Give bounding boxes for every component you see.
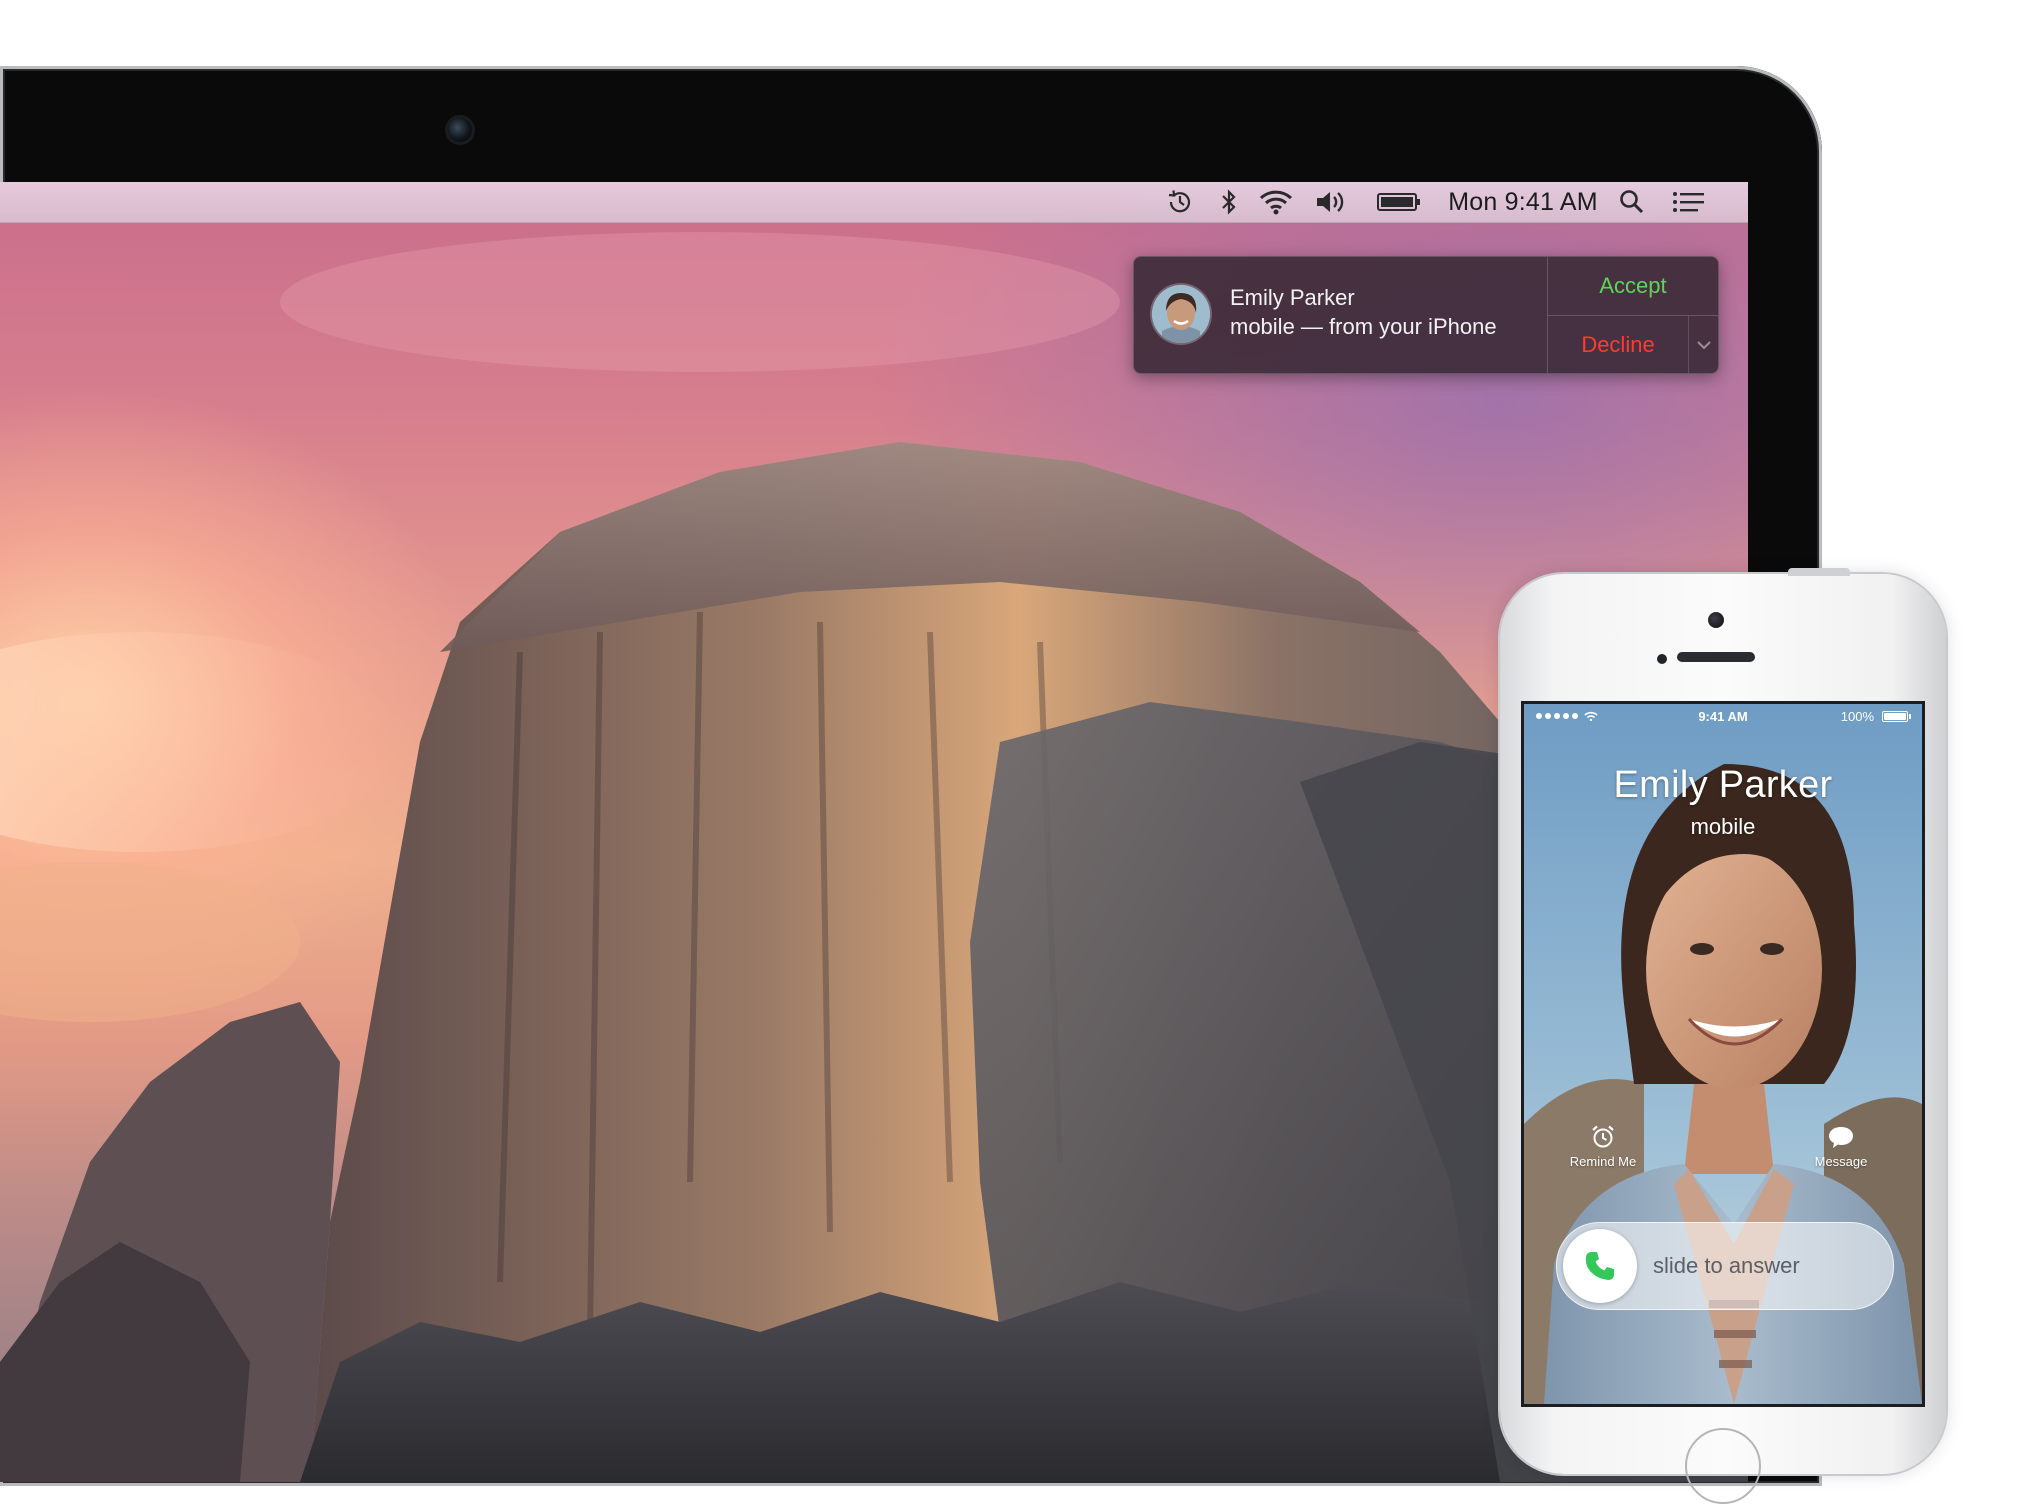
incoming-call-screen: 9:41 AM 100% Emily Parker mobile Remind … [1524,704,1922,1404]
ios-status-bar: 9:41 AM 100% [1524,704,1922,728]
bluetooth-icon[interactable] [1212,182,1246,222]
answer-slider-knob[interactable] [1563,1229,1637,1303]
phone-icon [1585,1252,1614,1280]
wifi-icon[interactable] [1254,182,1298,222]
chevron-down-icon [1697,340,1711,349]
sleep-wake-button [1788,568,1850,576]
battery-icon[interactable] [1372,182,1426,222]
spotlight-search-icon[interactable] [1612,182,1652,222]
home-button[interactable] [1685,1428,1761,1504]
alarm-clock-icon [1592,1125,1614,1148]
time-machine-icon[interactable] [1160,182,1200,222]
mac-desktop: Mon 9:41 AM Emily Parker mobile — from y… [0,182,1748,1482]
caller-number-type: mobile [1690,814,1756,839]
iphone-device: 9:41 AM 100% Emily Parker mobile Remind … [1500,568,1946,1504]
battery-percent: 100% [1840,709,1874,724]
incoming-call-notification: Emily Parker mobile — from your iPhone A… [1133,256,1719,374]
battery-icon [1882,711,1908,722]
earpiece-speaker [1677,652,1755,662]
speech-bubble-icon [1829,1127,1853,1148]
facetime-camera [448,118,472,142]
caller-name: Emily Parker [1613,764,1833,806]
decline-options-button[interactable] [1688,316,1718,373]
menu-bar: Mon 9:41 AM [0,182,1748,223]
slide-to-answer-slider[interactable]: slide to answer [1556,1222,1894,1310]
slide-to-answer-label: slide to answer [1653,1253,1800,1278]
battery-level-fill [1884,713,1906,720]
remind-me-button[interactable]: Remind Me [1548,1124,1658,1169]
notification-center-icon[interactable] [1666,182,1712,222]
front-camera [1708,612,1724,628]
volume-icon[interactable] [1310,182,1354,222]
remind-me-label: Remind Me [1569,1154,1637,1169]
accept-call-button[interactable]: Accept [1548,257,1718,315]
notification-title: Emily Parker [1230,285,1355,310]
menubar-clock[interactable]: Mon 9:41 AM [1438,182,1608,222]
battery-tip [1909,714,1911,719]
message-label: Message [1814,1154,1868,1169]
decline-call-button[interactable]: Decline [1548,316,1688,373]
notification-subtitle: mobile — from your iPhone [1230,314,1497,339]
message-button[interactable]: Message [1786,1124,1896,1169]
desktop-wallpaper [0,232,1748,1482]
caller-avatar [1152,285,1210,343]
proximity-sensor [1657,654,1667,664]
